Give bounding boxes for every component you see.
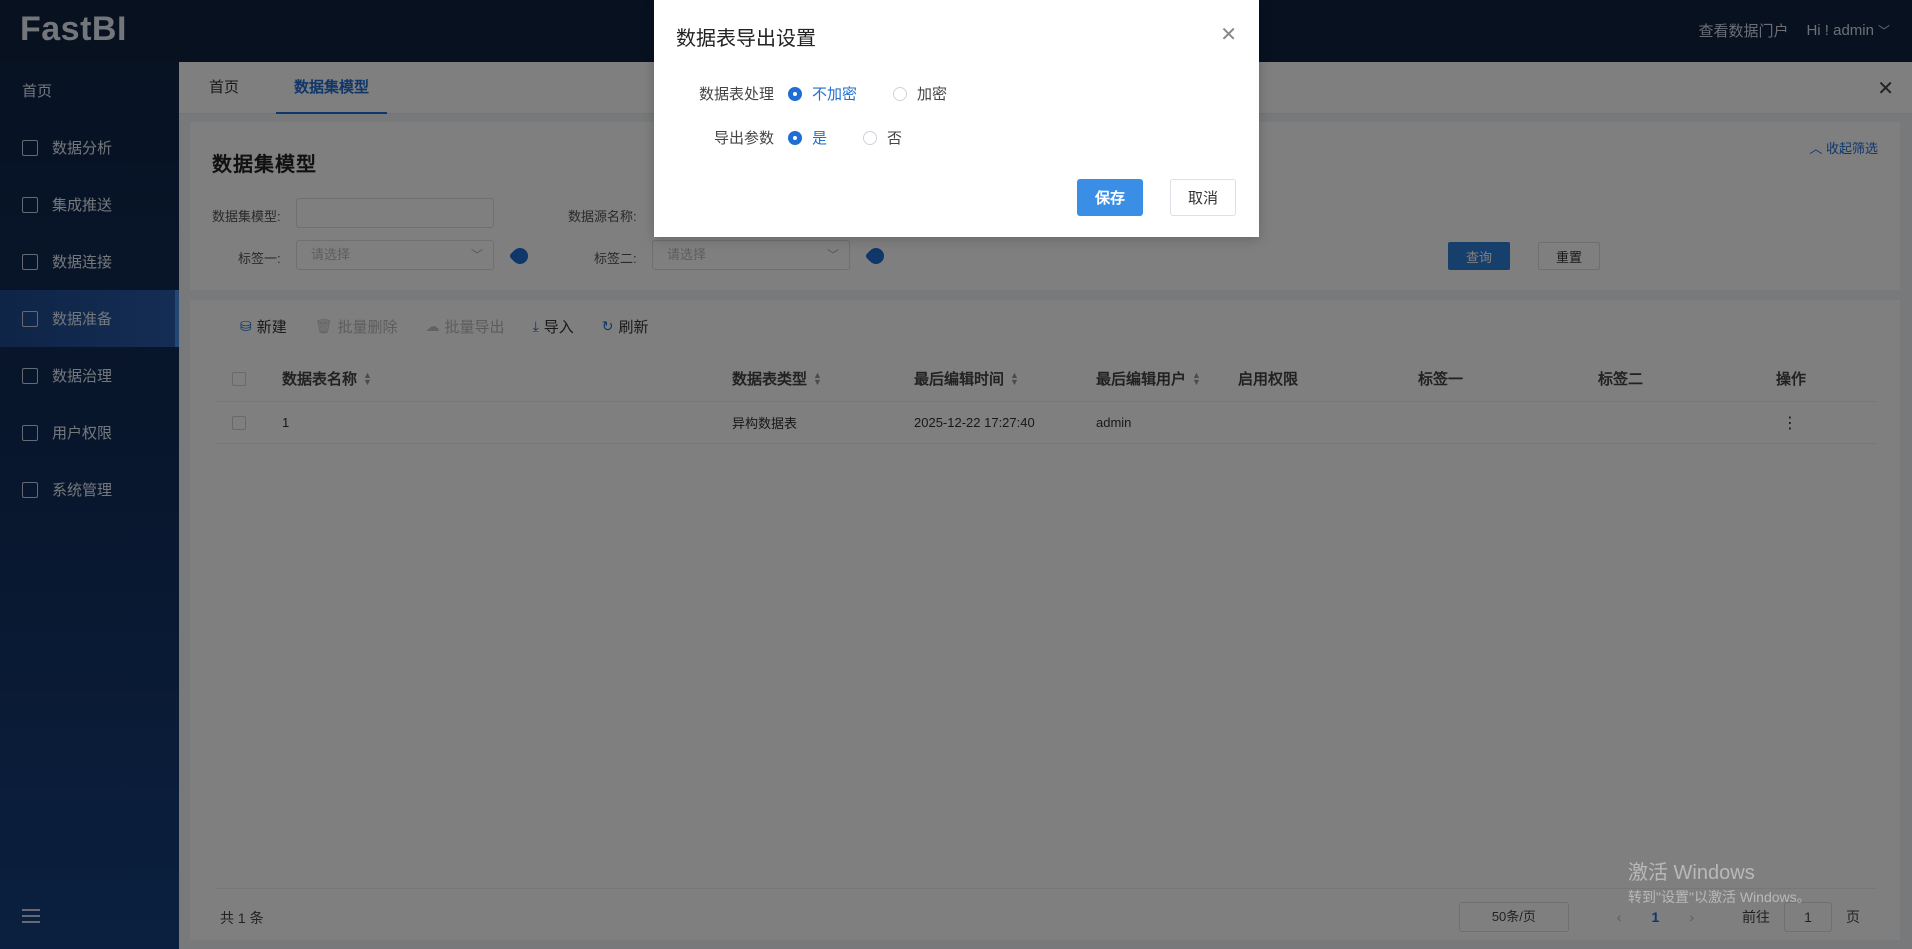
radio-encrypt[interactable]: 加密 [893,83,947,104]
radio-checked-icon [788,130,802,145]
radio-yes-label: 是 [812,130,828,147]
radio-no-encrypt[interactable]: 不加密 [788,83,857,104]
table-processing-row: 数据表处理 不加密 加密 [654,83,983,104]
radio-unchecked-icon [893,86,908,101]
watermark-line1: 激活 Windows [1628,862,1755,884]
radio-encrypt-label: 加密 [917,86,948,103]
watermark-line2: 转到"设置"以激活 Windows。 [1628,889,1811,905]
radio-no-label: 否 [887,130,903,147]
radio-yes[interactable]: 是 [788,127,827,148]
export-params-row: 导出参数 是 否 [654,127,938,148]
radio-checked-icon [788,86,802,101]
export-settings-dialog: 数据表导出设置 ✕ 数据表处理 不加密 加密 导出参数 是 否 保存 取消 [654,0,1259,237]
cancel-button[interactable]: 取消 [1170,179,1236,216]
table-processing-label: 数据表处理 [698,86,774,103]
radio-no-encrypt-label: 不加密 [812,86,858,103]
export-params-label: 导出参数 [713,130,774,147]
windows-activation-watermark: 激活 Windows 转到"设置"以激活 Windows。 [1628,856,1811,907]
radio-unchecked-icon [863,130,878,145]
save-button[interactable]: 保存 [1077,179,1143,216]
radio-no[interactable]: 否 [863,127,902,148]
close-icon[interactable]: ✕ [1220,22,1237,47]
dialog-title: 数据表导出设置 [676,28,816,50]
